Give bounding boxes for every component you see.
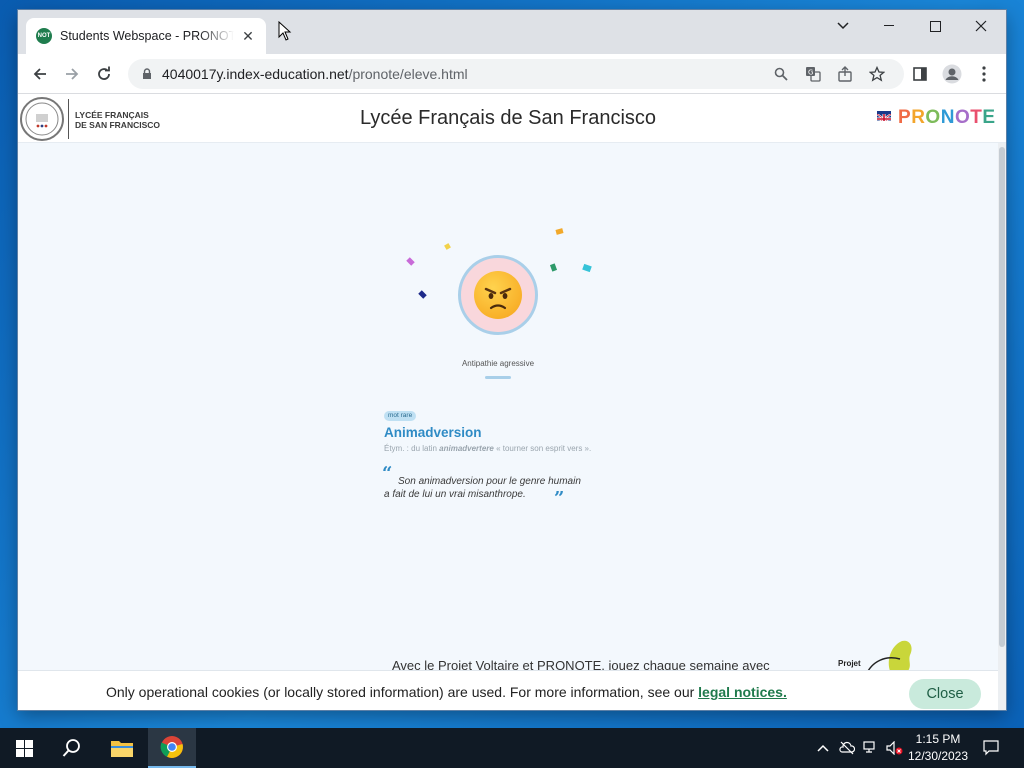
windows-start-icon[interactable] xyxy=(0,728,48,768)
tab-strip: NOT Students Webspace - PRONOTE ✕ xyxy=(18,10,1006,54)
example-quote: Son animadversion pour le genre humain a… xyxy=(384,475,624,501)
mouse-cursor-icon xyxy=(278,21,292,41)
page-header: LYCÉE FRANÇAIS DE SAN FRANCISCO Lycée Fr… xyxy=(18,95,1006,143)
pronote-logo-letter: O xyxy=(954,107,971,128)
translate-icon[interactable]: G xyxy=(802,63,824,85)
pronote-favicon-icon: NOT xyxy=(36,28,52,44)
system-clock[interactable]: 1:15 PM 12/30/2023 xyxy=(906,731,970,765)
etymology-suffix: « tourner son esprit vers ». xyxy=(493,444,592,453)
voltaire-logo[interactable]: Projet xyxy=(838,635,918,676)
url-host: 4040017y.index-education.net xyxy=(162,66,349,82)
pronote-logo-letter: N xyxy=(940,107,955,128)
pronote-logo[interactable]: PRONOTE xyxy=(898,107,996,129)
quote-line1: Son animadversion pour le genre humain xyxy=(398,476,581,487)
address-bar[interactable]: 4040017y.index-education.net/pronote/ele… xyxy=(128,59,904,89)
word-of-week: Animadversion xyxy=(384,425,482,440)
mood-caption: Antipathie agressive xyxy=(461,359,535,368)
uk-flag-icon[interactable] xyxy=(877,111,891,121)
page-content: LYCÉE FRANÇAIS DE SAN FRANCISCO Lycée Fr… xyxy=(18,95,1006,710)
confetti-orange xyxy=(555,228,564,235)
close-window-icon[interactable] xyxy=(958,10,1004,42)
reload-icon[interactable] xyxy=(90,60,118,88)
mood-underline xyxy=(485,376,511,379)
notifications-icon[interactable] xyxy=(982,739,1000,757)
etymology-prefix: Étym. : du latin xyxy=(384,444,440,453)
chrome-taskbar-icon[interactable] xyxy=(148,728,196,768)
tab-close-icon[interactable]: ✕ xyxy=(240,28,256,44)
file-explorer-icon[interactable] xyxy=(98,728,146,768)
cookie-message: Only operational cookies (or locally sto… xyxy=(106,684,787,700)
tab-search-chevron-down-icon[interactable] xyxy=(820,10,866,42)
clock-date: 12/30/2023 xyxy=(907,749,969,763)
url-path: /pronote/eleve.html xyxy=(348,66,468,82)
page-title: Lycée Français de San Francisco xyxy=(359,107,657,129)
forward-arrow-icon[interactable] xyxy=(58,60,86,88)
maximize-icon[interactable] xyxy=(912,10,958,42)
zoom-search-icon[interactable] xyxy=(770,63,792,85)
voltaire-logo-text: Projet xyxy=(838,659,861,668)
browser-toolbar: 4040017y.index-education.net/pronote/ele… xyxy=(18,54,1006,94)
cookie-close-button[interactable]: Close xyxy=(909,679,981,709)
pronote-logo-letter: R xyxy=(911,107,926,128)
tab-pronote[interactable]: NOT Students Webspace - PRONOTE ✕ xyxy=(26,18,266,54)
svg-text:G: G xyxy=(808,69,813,77)
minimize-icon[interactable] xyxy=(866,10,912,42)
volume-muted-icon[interactable] xyxy=(886,739,904,757)
confetti-green xyxy=(549,263,558,272)
back-arrow-icon[interactable] xyxy=(26,60,54,88)
pronote-logo-letter: P xyxy=(898,107,912,128)
windows-taskbar: 1:15 PM 12/30/2023 xyxy=(0,728,1024,768)
rare-word-badge: mot rare xyxy=(384,411,417,421)
menu-kebab-icon[interactable] xyxy=(970,60,998,88)
network-icon[interactable] xyxy=(862,739,880,757)
close-quote-icon: ” xyxy=(554,488,565,509)
angry-face-emoji-icon xyxy=(474,271,522,319)
profile-avatar-icon[interactable] xyxy=(938,60,966,88)
side-panel-icon[interactable] xyxy=(906,60,934,88)
etymology-latin: animadvertere xyxy=(439,444,494,453)
pronote-logo-letter: O xyxy=(925,107,941,128)
legal-notices-link[interactable]: legal notices. xyxy=(698,684,787,700)
clock-time: 1:15 PM xyxy=(915,732,961,746)
etymology: Étym. : du latin animadvertere « tourner… xyxy=(384,444,591,453)
cloud-offline-icon[interactable] xyxy=(838,739,856,757)
mood-emoji-ring xyxy=(458,255,538,335)
confetti-navy xyxy=(418,290,427,299)
search-icon[interactable] xyxy=(48,728,96,768)
page-scrollbar[interactable] xyxy=(998,143,1006,710)
quote-line2: a fait de lui un vrai misanthrope. xyxy=(384,489,526,500)
share-icon[interactable] xyxy=(834,63,856,85)
confetti-yellow xyxy=(444,243,451,250)
bookmark-star-icon[interactable] xyxy=(866,63,888,85)
lock-icon[interactable] xyxy=(140,67,154,81)
cookie-banner: Only operational cookies (or locally sto… xyxy=(18,670,998,710)
confetti-pink xyxy=(406,257,415,266)
tab-title: Students Webspace - PRONOTE xyxy=(60,29,234,43)
browser-window: NOT Students Webspace - PRONOTE ✕ 404001… xyxy=(18,10,1006,710)
tray-chevron-up-icon[interactable] xyxy=(814,739,832,757)
pronote-logo-letter: E xyxy=(982,107,996,128)
scrollbar-thumb[interactable] xyxy=(999,147,1005,647)
confetti-cyan xyxy=(582,263,592,273)
pronote-logo-letter: T xyxy=(970,107,983,128)
cookie-text: Only operational cookies (or locally sto… xyxy=(106,684,699,700)
